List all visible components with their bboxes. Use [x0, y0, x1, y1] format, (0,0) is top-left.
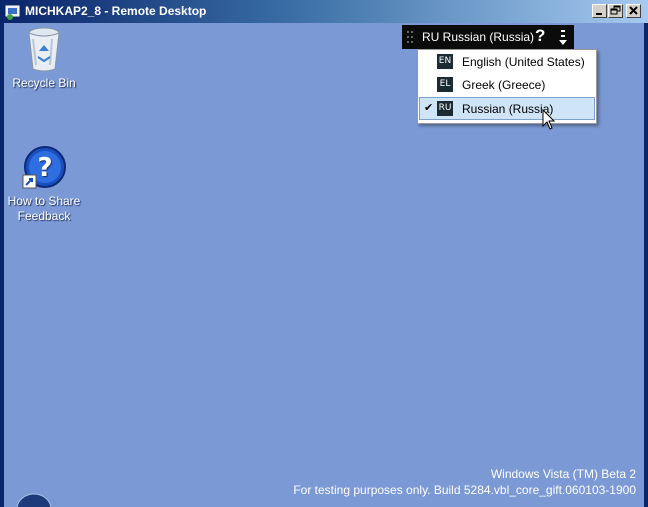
desktop-icon-label: Recycle Bin — [12, 76, 76, 90]
title-bar[interactable]: MICHKAP2_8 - Remote Desktop — [0, 0, 648, 23]
language-menu: EN English (United States) EL Greek (Gre… — [417, 49, 597, 124]
build-watermark-line1: Windows Vista (TM) Beta 2 — [490, 467, 636, 481]
current-language-button[interactable]: RU Russian (Russia) — [422, 30, 534, 44]
desktop-icon-label: How to Share — [7, 194, 81, 208]
menu-item-russian[interactable]: ✔ RU Russian (Russia) — [419, 97, 595, 120]
remote-desktop-area[interactable]: Recycle Bin ? How to Share Feedback RU R… — [4, 23, 644, 507]
language-code-badge: EN — [437, 54, 453, 69]
language-code-badge: RU — [437, 101, 453, 116]
menu-item-greek[interactable]: EL Greek (Greece) — [419, 74, 595, 96]
close-button[interactable] — [626, 4, 641, 18]
help-shortcut-icon: ? — [22, 146, 66, 189]
restore-button[interactable] — [608, 4, 623, 18]
window-title: MICHKAP2_8 - Remote Desktop — [25, 4, 207, 18]
build-watermark-line2: For testing purposes only. Build 5284.vb… — [293, 483, 636, 497]
menu-item-label: English (United States) — [462, 55, 585, 69]
language-bar[interactable]: RU Russian (Russia) ? — [402, 25, 574, 49]
close-icon — [629, 6, 638, 15]
language-code-badge: EL — [437, 77, 453, 92]
desktop-icon-label-line2: Feedback — [17, 209, 71, 223]
mouse-cursor-icon — [542, 109, 556, 130]
options-arrow-icon[interactable] — [558, 28, 568, 46]
help-icon[interactable]: ? — [535, 26, 545, 46]
menu-item-label: Greek (Greece) — [462, 78, 546, 92]
remote-desktop-window: MICHKAP2_8 - Remote Desktop Recycle Bin … — [0, 0, 648, 507]
desktop-icon-share-feedback[interactable]: ? How to Share Feedback — [4, 145, 84, 224]
desktop-icon-recycle-bin[interactable]: Recycle Bin — [4, 25, 84, 91]
remote-desktop-icon — [5, 5, 20, 20]
menu-item-english[interactable]: EN English (United States) — [419, 51, 595, 73]
svg-text:?: ? — [37, 153, 52, 183]
checkmark-icon: ✔ — [424, 102, 434, 114]
recycle-bin-icon — [28, 27, 60, 72]
grip-handle-icon[interactable] — [406, 29, 414, 45]
restore-icon — [610, 5, 621, 15]
menu-item-label: Russian (Russia) — [462, 102, 554, 116]
minimize-button[interactable] — [592, 4, 607, 18]
minimize-icon — [596, 13, 602, 15]
start-orb-icon[interactable] — [16, 493, 52, 507]
